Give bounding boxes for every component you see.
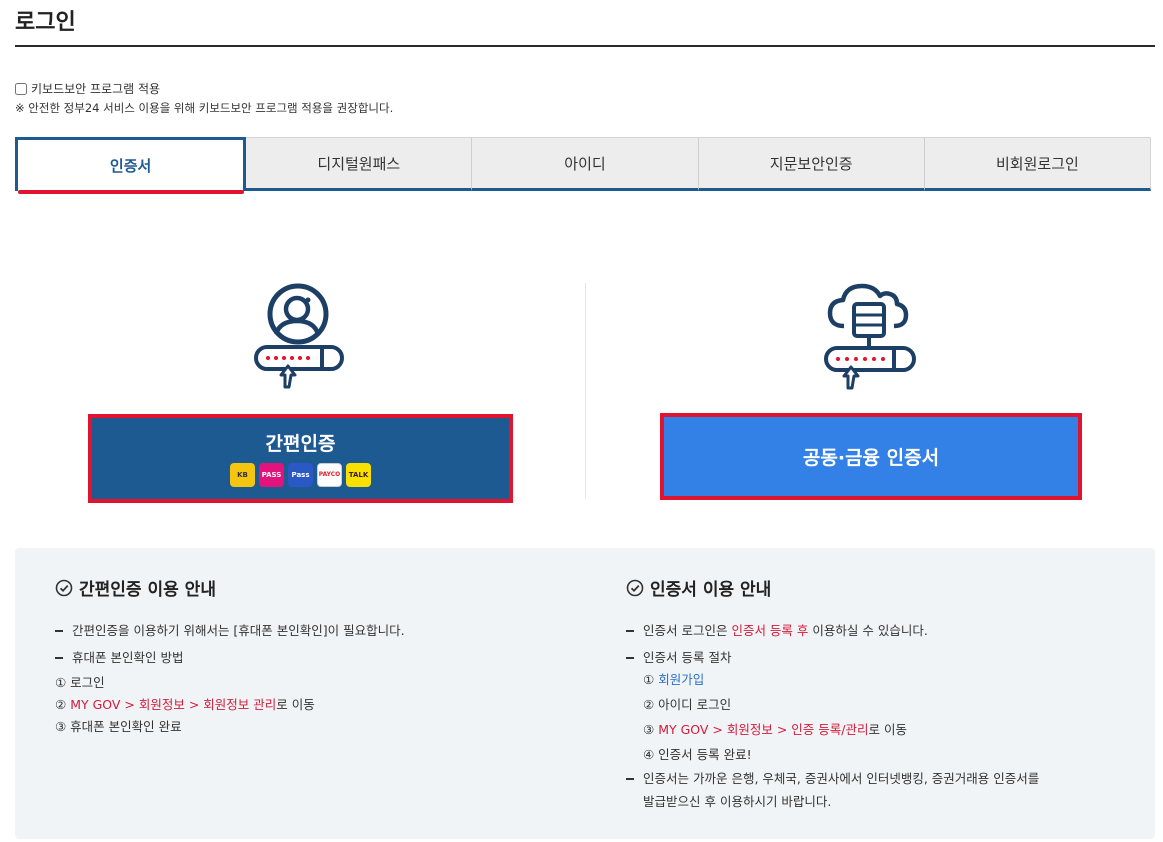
tab-guest-login[interactable]: 비회원로그인 xyxy=(924,137,1152,191)
step-item: ① 회원가입 xyxy=(643,672,705,687)
keyboard-security-note: ※ 안전한 정부24 서비스 이용을 위해 키보드보안 프로그램 적용을 권장합… xyxy=(15,101,394,115)
keyboard-security-option[interactable]: 키보드보안 프로그램 적용 xyxy=(15,80,160,97)
menu-path-link[interactable]: MY GOV > 회원정보 > 회원정보 관리 xyxy=(70,697,276,712)
payco-icon: PAYCO xyxy=(317,462,342,487)
keyboard-security-label: 키보드보안 프로그램 적용 xyxy=(31,82,161,96)
keyboard-security-checkbox[interactable] xyxy=(15,82,27,95)
signup-link[interactable]: 회원가입 xyxy=(658,672,704,687)
list-item: 인증서 로그인은 인증서 등록 후 이용하실 수 있습니다. xyxy=(626,620,928,639)
step-item: ② 아이디 로그인 xyxy=(643,697,732,712)
check-circle-icon xyxy=(55,579,73,596)
check-circle-icon xyxy=(626,579,644,596)
tab-id[interactable]: 아이디 xyxy=(472,137,699,191)
step-item: ④ 인증서 등록 완료! xyxy=(643,747,752,762)
list-item-continued: 발급받으신 후 이용하시기 바랍니다. xyxy=(643,794,832,809)
kb-icon: KB xyxy=(230,462,255,487)
user-password-icon xyxy=(250,283,346,397)
center-divider xyxy=(585,283,586,498)
tab-digital-onepass[interactable]: 디지털원패스 xyxy=(246,137,473,191)
pass-icon: PASS xyxy=(259,462,284,487)
menu-path-link[interactable]: MY GOV > 회원정보 > 인증 등록/관리 xyxy=(658,722,868,737)
list-item: 휴대폰 본인확인 방법 xyxy=(55,647,183,666)
samsung-pass-icon: Pass xyxy=(288,462,313,487)
tab-fingerprint[interactable]: 지문보안인증 xyxy=(698,137,925,191)
page-title: 로그인 xyxy=(15,10,76,35)
kakao-talk-icon: TALK xyxy=(346,462,371,487)
simple-auth-button[interactable]: 간편인증 KB PASS Pass PAYCO TALK xyxy=(88,414,513,503)
step-item: ① 로그인 xyxy=(55,675,105,690)
provider-icons: KB PASS Pass PAYCO TALK xyxy=(230,462,371,487)
joint-financial-certificate-button[interactable]: 공동·금융 인증서 xyxy=(660,413,1082,500)
list-item: 간편인증을 이용하기 위해서는 [휴대폰 본인확인]이 필요합니다. xyxy=(55,620,405,639)
step-item: ③ MY GOV > 회원정보 > 인증 등록/관리로 이동 xyxy=(643,722,907,737)
login-tabs: 인증서 디지털원패스 아이디 지문보안인증 비회원로그인 xyxy=(15,137,1152,191)
simple-auth-guide-title: 간편인증 이용 안내 xyxy=(55,575,216,600)
step-item: ③ 휴대폰 본인확인 완료 xyxy=(55,719,182,734)
title-divider xyxy=(15,45,1155,47)
cloud-password-icon xyxy=(822,282,918,398)
tab-certificate[interactable]: 인증서 xyxy=(15,137,247,191)
active-tab-highlight xyxy=(18,190,244,194)
list-item: 인증서는 가까운 은행, 우체국, 증권사에서 인터넷뱅킹, 증권거래용 인증서… xyxy=(626,768,1039,787)
step-item: ② MY GOV > 회원정보 > 회원정보 관리로 이동 xyxy=(55,697,315,712)
list-item: 인증서 등록 절차 xyxy=(626,647,731,666)
login-guide-panel: 간편인증 이용 안내 간편인증을 이용하기 위해서는 [휴대폰 본인확인]이 필… xyxy=(15,548,1155,839)
certificate-guide-title: 인증서 이용 안내 xyxy=(626,575,771,600)
simple-auth-label: 간편인증 xyxy=(265,432,336,455)
